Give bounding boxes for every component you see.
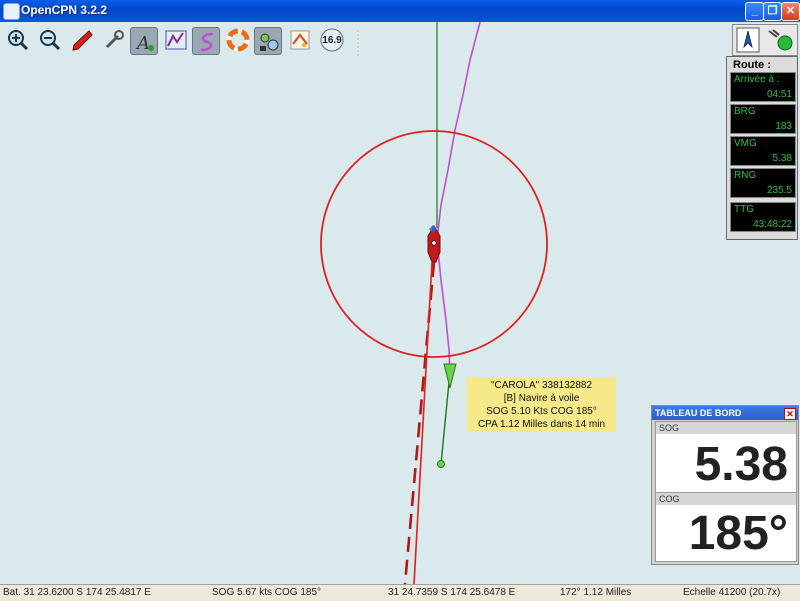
compass-icon — [736, 27, 793, 53]
zoom-in-button[interactable] — [4, 26, 32, 54]
ship-icon — [72, 30, 93, 51]
instrument-cog: COG 185° — [655, 492, 797, 562]
track-button[interactable] — [192, 27, 220, 55]
instrument-value: 185° — [688, 507, 788, 560]
route-icon — [165, 30, 187, 50]
status-cursor-position: 31 24.7359 S 174 25.6478 E — [388, 587, 516, 598]
settings-button[interactable] — [100, 26, 128, 54]
current-tide-button[interactable] — [286, 26, 314, 54]
maximize-button[interactable]: ❐ — [763, 2, 782, 21]
instrument-caption: COG — [656, 493, 796, 505]
window-title: OpenCPN 3.2.2 — [21, 3, 108, 17]
status-sog-cog: SOG 5.67 kts COG 185° — [212, 587, 322, 598]
route-field-rng: RNG 235.5 — [730, 168, 796, 198]
ais-tooltip-cpa: CPA 1.12 Milles dans 14 min — [477, 419, 606, 430]
chart-scale-label: 16.9 — [322, 35, 342, 46]
route-field-label: TTG — [734, 204, 754, 215]
route-field-value: 183 — [775, 121, 792, 132]
status-ship-position: Bat. 31 23.6200 S 174 25.4817 E — [3, 587, 151, 598]
ais-predicted-position — [437, 460, 445, 468]
ais-tooltip-class: [B] Navire à voile — [503, 393, 580, 404]
dashboard-titlebar[interactable]: TABLEAU DE BORD ✕ — [652, 406, 798, 420]
ais-tooltip-name: "CAROLA" 338132882 — [490, 380, 593, 391]
main-toolbar: A 16.9 — [0, 22, 365, 58]
window-titlebar: OpenCPN 3.2.2 _ ❐ ✕ — [0, 0, 800, 22]
zoom-out-button[interactable] — [36, 26, 64, 54]
route-field-label: BRG — [734, 106, 756, 117]
dashboard-title: TABLEAU DE BORD — [655, 408, 742, 418]
route-manager-button[interactable] — [162, 26, 190, 54]
ais-tooltip-sog-cog: SOG 5.10 Kts COG 185° — [486, 406, 597, 417]
route-field-value: 235.5 — [766, 185, 792, 196]
route-panel: Route : Arrivée à : 04:51 BRG 183 VMG 5.… — [726, 56, 798, 240]
route-field-eta: Arrivée à : 04:51 — [730, 72, 796, 102]
zoom-out-icon — [40, 30, 61, 51]
route-field-ttg: TTG 43:48:22 — [730, 202, 796, 232]
minimize-button[interactable]: _ — [745, 2, 764, 21]
text-toggle-button[interactable]: A — [130, 27, 158, 55]
instrument-sog: SOG 5.38 — [655, 421, 797, 493]
route-field-vmg: VMG 5.38 — [730, 136, 796, 166]
route-field-value: 5.38 — [772, 153, 792, 164]
route-field-value: 04:51 — [766, 89, 792, 100]
compass-gps-widget[interactable] — [732, 24, 798, 56]
route-field-label: Arrivée à : — [734, 74, 780, 85]
dashboard-panel: TABLEAU DE BORD ✕ SOG 5.38 COG 185° — [651, 405, 799, 565]
dashboard-close-button[interactable]: ✕ — [784, 408, 796, 420]
status-bar: Bat. 31 23.6200 S 174 25.4817 E SOG 5.67… — [0, 584, 800, 601]
instrument-caption: SOG — [656, 422, 796, 434]
svg-text:A: A — [135, 33, 150, 54]
text-icon: A — [135, 33, 154, 54]
instrument-value: 5.38 — [694, 438, 788, 491]
chart-scale-button[interactable]: 16.9 — [318, 26, 346, 54]
center-ship-button[interactable] — [68, 26, 96, 54]
close-button[interactable]: ✕ — [781, 2, 800, 21]
ais-icon — [260, 33, 279, 51]
app-icon — [3, 3, 20, 20]
zoom-in-icon — [8, 30, 29, 51]
lifebuoy-icon — [226, 28, 250, 52]
ais-button[interactable] — [254, 27, 282, 55]
tide-icon — [290, 30, 310, 50]
track-icon — [200, 32, 214, 52]
wrench-icon — [105, 30, 124, 49]
status-scale: Echelle 41200 (20.7x) — [683, 587, 781, 598]
status-bearing-distance: 172° 1.12 Milles — [560, 587, 632, 598]
route-field-label: RNG — [734, 170, 757, 181]
route-field-label: VMG — [734, 138, 757, 149]
ais-target-tooltip: "CAROLA" 338132882 [B] Navire à voile SO… — [467, 377, 616, 432]
mob-button[interactable] — [224, 26, 252, 54]
route-panel-title: Route : — [733, 59, 771, 71]
route-field-brg: BRG 183 — [730, 104, 796, 134]
route-field-value: 43:48:22 — [753, 219, 792, 230]
